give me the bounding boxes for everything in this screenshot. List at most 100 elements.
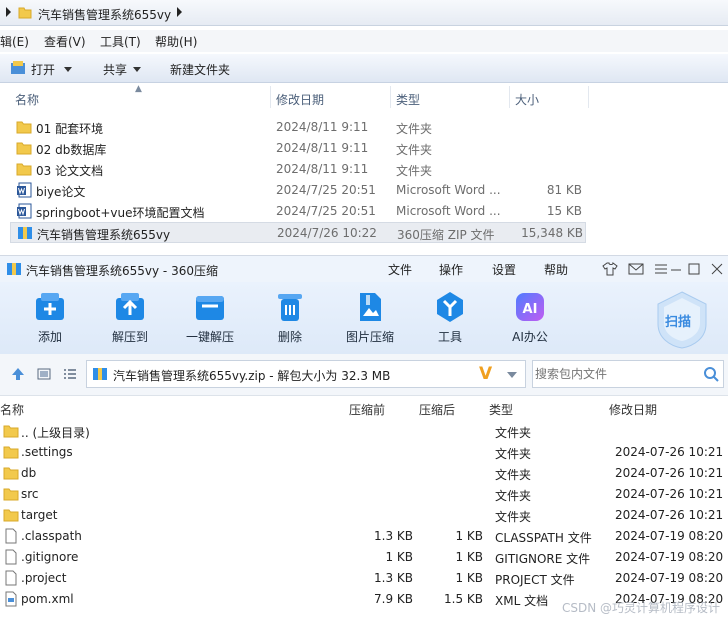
new-folder-button[interactable]: 新建文件夹 — [170, 61, 230, 78]
archive-row[interactable]: .gitignore 1 KB 1 KB GITIGNORE 文件 2024-07-19… — [0, 547, 728, 568]
file-row[interactable]: springboot+vue环境配置文档 2024/7/25 20:51 Micro… — [10, 201, 586, 222]
path-dropdown-icon[interactable] — [507, 372, 517, 378]
archive-item-date: 2024-07-19 08:20 — [615, 529, 724, 543]
menu-help[interactable]: 帮助(H) — [155, 33, 197, 50]
search-input[interactable] — [535, 364, 695, 384]
share-dropdown-icon[interactable] — [133, 67, 141, 72]
search-box[interactable] — [532, 360, 724, 388]
file-row[interactable]: 汽车销售管理系统655vy 2024/7/26 10:22 360压缩 ZIP 文件… — [10, 222, 586, 243]
zip-column-compressed[interactable]: 压缩后 — [419, 401, 455, 419]
file-name: 03 论文文档 — [36, 164, 104, 178]
archive-item-type: 文件夹 — [495, 489, 532, 503]
file-row[interactable]: biye论文 2024/7/25 20:51 Microsoft Word ... 8… — [10, 180, 586, 201]
zip-column-packed[interactable]: 压缩前 — [349, 401, 385, 419]
image-compress-button[interactable]: 图片压缩 — [335, 290, 405, 345]
file-date: 2024/7/25 20:51 — [276, 204, 376, 218]
folder-icon — [3, 486, 19, 502]
column-name[interactable]: 名称 — [15, 91, 39, 113]
word-icon — [16, 182, 32, 198]
archive-row[interactable]: .settings 文件夹 2024-07-26 10:21 — [0, 442, 728, 463]
watermark: CSDN @巧灵计算机程序设计 — [561, 601, 720, 615]
delete-button[interactable]: 删除 — [255, 290, 325, 345]
archive-item-compressed: 1.5 KB — [444, 592, 483, 606]
archive-item-name: pom.xml — [21, 592, 74, 606]
address-path: 汽车销售管理系统655vy — [38, 8, 172, 22]
column-divider[interactable] — [509, 86, 510, 108]
file-name: 汽车销售管理系统655vy — [37, 228, 171, 242]
maximize-icon[interactable] — [686, 261, 702, 277]
archive-item-date: 2024-07-26 10:21 — [615, 487, 724, 501]
archive-row[interactable]: .. (上级目录) 文件夹 — [0, 421, 728, 442]
file-row[interactable]: 02 db数据库 2024/8/11 9:11 文件夹 — [10, 138, 586, 159]
menu-tools[interactable]: 工具(T) — [100, 33, 141, 50]
zip-menu-settings[interactable]: 设置 — [492, 261, 516, 278]
chevron-right-icon[interactable] — [177, 7, 182, 17]
archive-item-date: 2024-07-19 08:20 — [615, 550, 724, 564]
archive-item-name: target — [21, 508, 58, 522]
explorer-window: 汽车销售管理系统655vy 辑(E) 查看(V) 工具(T) 帮助(H) 打开 … — [0, 0, 728, 252]
archive-item-type: 文件夹 — [495, 447, 532, 461]
column-divider[interactable] — [270, 86, 271, 108]
zip-menu-operate[interactable]: 操作 — [439, 261, 463, 278]
share-button[interactable]: 共享 — [103, 61, 127, 78]
ai-office-button[interactable]: AI AI办公 — [495, 290, 565, 345]
column-date[interactable]: 修改日期 — [276, 91, 324, 113]
close-icon[interactable] — [709, 261, 725, 277]
list-view-icon[interactable] — [62, 366, 78, 382]
archive-item-type: GITIGNORE 文件 — [495, 552, 591, 566]
one-click-extract-button[interactable]: 一键解压 — [175, 290, 245, 345]
archive-item-type: CLASSPATH 文件 — [495, 531, 592, 545]
open-button[interactable]: 打开 — [31, 61, 55, 78]
archive-item-name: .. (上级目录) — [21, 426, 90, 440]
archive-item-type: PROJECT 文件 — [495, 573, 575, 587]
zip-column-type[interactable]: 类型 — [489, 401, 513, 419]
thumbnail-view-icon[interactable] — [36, 366, 52, 382]
file-icon — [3, 528, 19, 544]
up-arrow-icon[interactable] — [10, 366, 26, 382]
column-divider[interactable] — [390, 86, 391, 108]
tools-button[interactable]: 工具 — [415, 290, 485, 345]
message-icon[interactable] — [628, 261, 644, 277]
archive-row[interactable]: .classpath 1.3 KB 1 KB CLASSPATH 文件 2024-07-… — [0, 526, 728, 547]
archive-item-compressed: 1 KB — [455, 550, 483, 564]
file-date: 2024/7/25 20:51 — [276, 183, 376, 197]
extract-to-button[interactable]: 解压到 — [95, 290, 165, 345]
search-icon[interactable] — [703, 366, 719, 382]
add-button[interactable]: 添加 — [15, 290, 85, 345]
scan-button[interactable]: 扫描 — [652, 290, 712, 350]
file-size: 81 KB — [546, 183, 582, 197]
zip-column-name[interactable]: 名称 — [0, 401, 24, 419]
address-bar[interactable]: 汽车销售管理系统655vy — [0, 0, 728, 26]
v-badge-icon[interactable]: V — [479, 364, 492, 384]
zip-toolbar: 添加 解压到 一键解压 删除 图片压缩 工具 AI AI办公 扫描 — [0, 282, 728, 354]
zip-path-field[interactable]: 汽车销售管理系统655vy.zip - 解包大小为 32.3 MB V — [86, 360, 526, 388]
expand-arrow-icon[interactable] — [6, 7, 11, 17]
archive-row[interactable]: .project 1.3 KB 1 KB PROJECT 文件 2024-07-19 0… — [0, 568, 728, 589]
archive-row[interactable]: src 文件夹 2024-07-26 10:21 — [0, 484, 728, 505]
menu-icon[interactable] — [653, 261, 669, 277]
column-size[interactable]: 大小 — [515, 91, 539, 113]
file-size: 15,348 KB — [521, 226, 583, 240]
folder-icon — [3, 423, 19, 439]
add-icon — [33, 290, 67, 324]
menu-view[interactable]: 查看(V) — [44, 33, 86, 50]
archive-item-type: 文件夹 — [495, 510, 532, 524]
menu-edit[interactable]: 辑(E) — [0, 33, 29, 50]
file-date: 2024/8/11 9:11 — [276, 162, 369, 176]
zip-menu-file[interactable]: 文件 — [388, 261, 412, 278]
minimize-icon[interactable] — [668, 261, 684, 277]
archive-item-name: .settings — [21, 445, 73, 459]
archive-row[interactable]: target 文件夹 2024-07-26 10:21 — [0, 505, 728, 526]
file-row[interactable]: 01 配套环境 2024/8/11 9:11 文件夹 — [10, 117, 586, 138]
ai-mark-text: AI — [523, 302, 538, 317]
open-dropdown-icon[interactable] — [64, 67, 72, 72]
column-divider[interactable] — [588, 86, 589, 108]
column-type[interactable]: 类型 — [396, 91, 420, 113]
shirt-skin-icon[interactable] — [602, 261, 618, 277]
archive-row[interactable]: db 文件夹 2024-07-26 10:21 — [0, 463, 728, 484]
file-row[interactable]: 03 论文文档 2024/8/11 9:11 文件夹 — [10, 159, 586, 180]
zip-menu-help[interactable]: 帮助 — [544, 261, 568, 278]
zip-window: 汽车销售管理系统655vy - 360压缩 文件 操作 设置 帮助 添加 解压到… — [0, 255, 728, 622]
delete-label: 删除 — [277, 330, 302, 344]
zip-column-date[interactable]: 修改日期 — [609, 401, 657, 419]
